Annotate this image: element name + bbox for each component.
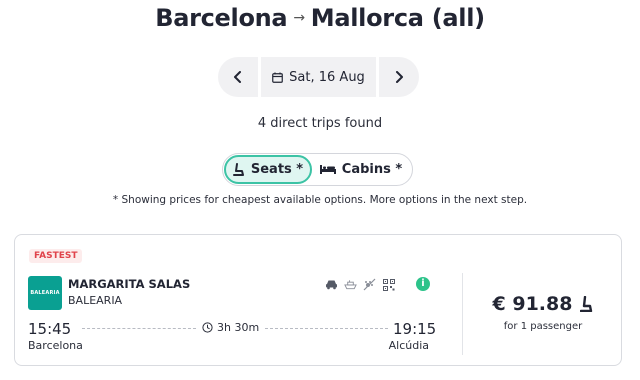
ship-icon [344,278,357,291]
accommodation-toggle: Seats * Cabins * [222,153,413,186]
operator-logo: BALEARIA [28,276,62,310]
fastest-badge: FASTEST [29,249,83,263]
chevron-left-icon [234,71,241,83]
no-pets-icon [363,278,376,291]
next-day-button[interactable] [379,57,419,97]
arrival-port: Alcúdia [388,339,429,352]
car-icon [325,278,338,291]
chevron-right-icon [396,71,403,83]
ship-name: MARGARITA SALAS [68,277,191,291]
departure-time: 15:45 [28,320,72,338]
origin-label: Barcelona [155,4,288,32]
cabins-toggle-button[interactable]: Cabins * [312,155,410,184]
seat-icon [580,296,593,312]
seats-label: Seats * [250,162,304,177]
route-line-left [82,328,196,329]
previous-day-button[interactable] [218,57,258,97]
price-value: € 91.88 [492,293,573,315]
trip-card[interactable]: FASTEST BALEARIA MARGARITA SALAS BALEARI… [14,234,622,366]
info-icon[interactable]: i [416,277,430,291]
price-block[interactable]: € 91.88 for 1 passenger [464,293,622,332]
date-picker-button[interactable]: Sat, 16 Aug [261,57,376,97]
trip-duration: 3h 30m [202,321,259,334]
seat-icon [232,163,244,176]
trips-found-summary: 4 direct trips found [257,116,383,131]
calendar-icon [272,72,284,83]
date-label: Sat, 16 Aug [289,69,365,85]
route-line-right [265,328,388,329]
amenities-list [325,278,395,291]
date-navigation: Sat, 16 Aug [218,57,419,97]
destination-label: Mallorca (all) [310,4,485,32]
seats-toggle-button[interactable]: Seats * [224,155,312,184]
operator-logo-text: BALEARIA [30,290,60,296]
duration-label: 3h 30m [217,321,260,334]
cabins-label: Cabins * [341,162,403,177]
card-divider [462,273,463,355]
price-note: * Showing prices for cheapest available … [112,194,528,206]
operator-name: BALEARIA [68,294,123,307]
passenger-count: for 1 passenger [503,321,583,332]
price-row: € 91.88 [464,293,622,315]
bed-icon [319,165,336,174]
route-title: Barcelona → Mallorca (all) [0,4,640,32]
route-arrow-icon: → [293,10,305,26]
qr-code-icon [382,278,395,291]
arrival-time: 19:15 [393,320,437,338]
clock-icon [202,322,213,333]
